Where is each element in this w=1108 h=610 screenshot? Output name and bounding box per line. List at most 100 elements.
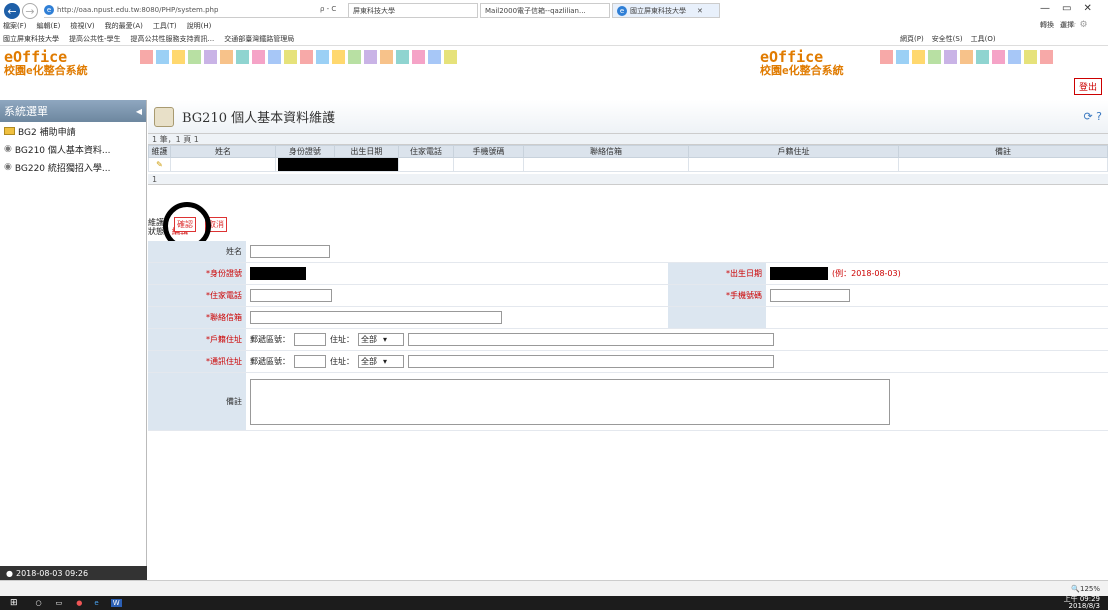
collapse-icon[interactable]: ◀	[136, 107, 142, 116]
pager: 1 筆，1 頁 1	[148, 134, 1108, 145]
id-label: *身份證號	[148, 263, 246, 284]
task-view-icon[interactable]: ▭	[56, 599, 63, 607]
url-text: http://oaa.npust.edu.tw:8080/PHP/system.…	[57, 6, 219, 14]
pager-bottom: 1	[148, 174, 1108, 185]
taskbar: ⊞ ○ ▭ ● e W 上午 09:29 2018/8/3	[0, 596, 1108, 610]
menu-favorites[interactable]: 我的最愛(A)	[105, 21, 143, 31]
note-textarea[interactable]	[250, 378, 890, 425]
zoom-level[interactable]: 125%	[1080, 585, 1100, 593]
system-clock[interactable]: 上午 09:29 2018/8/3	[1064, 596, 1100, 610]
logout-button[interactable]: 登出	[1074, 78, 1103, 95]
mail-postcode-input[interactable]	[294, 355, 326, 368]
strip-block	[992, 50, 1005, 64]
taskbar-date: 2018/8/3	[1068, 602, 1100, 610]
logo-right: eOffice 校園e化整合系統	[760, 48, 844, 77]
logo-en: eOffice	[760, 48, 824, 66]
strip-block	[1040, 50, 1053, 64]
window-controls[interactable]: — ▭ ✕	[1040, 3, 1092, 14]
mobile-input[interactable]	[770, 289, 850, 302]
tab-active[interactable]: e 國立屏東科技大學 ✕	[612, 3, 720, 18]
tab-mail2000[interactable]: Mail2000電子信箱--qazlilian...	[480, 3, 610, 18]
translate-button[interactable]: 轉換	[1040, 20, 1054, 30]
search-icon[interactable]: ○	[36, 599, 42, 607]
fav-item[interactable]: 交通部臺灣鐵路管理局	[224, 34, 294, 44]
tab-npust[interactable]: 屏東科技大學	[348, 3, 478, 18]
name-input[interactable]	[250, 245, 330, 258]
email-input[interactable]	[250, 311, 502, 324]
col-header: 手機號碼	[453, 145, 524, 158]
mail-addr-input[interactable]	[408, 355, 774, 368]
menu-edit[interactable]: 編輯(E)	[37, 21, 61, 31]
pager-text: 1	[152, 174, 158, 184]
windows-start-icon[interactable]: ⊞	[10, 598, 18, 608]
birth-redacted[interactable]	[770, 267, 828, 280]
sidebar-folder[interactable]: BG2 補助申請	[0, 122, 146, 140]
mobile-cell	[766, 285, 850, 306]
color-strip	[880, 50, 1053, 64]
menu-bar: 檔案(F) 編輯(E) 檢視(V) 我的最愛(A) 工具(T) 說明(H)	[0, 20, 1108, 32]
page-header: BG210 個人基本資料維護 ⟳ ?	[148, 100, 1108, 134]
sidebar-item-bg220[interactable]: ◉ BG220 統招獨招入學...	[0, 158, 146, 176]
id-redacted[interactable]	[250, 267, 306, 280]
mail-addr-cell: 郵遞區號： 住址： 全部 ▾	[246, 351, 774, 372]
select-value: 全部	[361, 357, 377, 366]
search-refresh-icons[interactable]: ρ - C	[320, 5, 336, 13]
clock-text: 2018-08-03 09:26	[15, 568, 89, 578]
menu-file[interactable]: 檔案(F)	[3, 21, 27, 31]
maximize-button[interactable]: ▭	[1062, 3, 1071, 14]
data-table: 維護 姓名 身份證號 出生日期 住家電話 手機號碼 聯絡信箱 戶籍住址 備註 ✎	[148, 145, 1108, 172]
col-header: 姓名	[170, 145, 276, 158]
fav-item[interactable]: 提高公共性服務支持資訊...	[131, 34, 215, 44]
strip-block	[332, 50, 345, 64]
addr-label: 住址：	[330, 335, 354, 344]
cell	[523, 157, 689, 172]
tab-label: 屏東科技大學	[353, 6, 395, 15]
tab-label: 國立屏東科技大學	[630, 6, 686, 15]
menu-tools[interactable]: 工具(T)	[153, 21, 177, 31]
translate-tools[interactable]: 轉換 選擇	[1040, 20, 1074, 30]
sidebar-header: 系統選單 ◀	[0, 100, 146, 122]
menu-help[interactable]: 說明(H)	[187, 21, 212, 31]
chrome-icon[interactable]: ●	[76, 599, 82, 607]
sidebar-item-bg210[interactable]: ◉ BG210 個人基本資料...	[0, 140, 146, 158]
birth-label: *出生日期	[668, 263, 766, 284]
strip-block	[268, 50, 281, 64]
word-icon[interactable]: W	[110, 599, 122, 607]
back-button[interactable]: ←	[4, 3, 20, 19]
reg-postcode-input[interactable]	[294, 333, 326, 346]
cell-redacted	[275, 157, 399, 172]
zoom-icon: 🔍	[1071, 584, 1080, 593]
minimize-button[interactable]: —	[1040, 3, 1050, 14]
home-phone-input[interactable]	[250, 289, 332, 302]
edit-icon[interactable]: ✎	[148, 157, 171, 172]
folder-icon	[4, 127, 15, 135]
note-label: 備註	[148, 373, 246, 430]
page-menu[interactable]: 網頁(P)	[900, 34, 924, 44]
cell	[453, 157, 524, 172]
clock-bar: ● 2018-08-03 09:26	[0, 566, 147, 580]
menu-view[interactable]: 檢視(V)	[70, 21, 94, 31]
blank-label	[668, 307, 766, 328]
pager-text: 1 筆，1 頁 1	[152, 134, 199, 144]
select-button[interactable]: 選擇	[1060, 20, 1074, 30]
refresh-help-icons[interactable]: ⟳ ?	[1083, 110, 1102, 123]
close-tab-icon[interactable]: ✕	[697, 7, 703, 15]
doc-icon: ◉	[4, 144, 12, 154]
command-bar: 網頁(P) 安全性(S) 工具(O)	[900, 34, 996, 44]
ie-taskbar-icon[interactable]: e	[94, 599, 98, 607]
table-row[interactable]: ✎	[148, 157, 1108, 172]
reg-addr-input[interactable]	[408, 333, 774, 346]
mail-area-select[interactable]: 全部 ▾	[358, 355, 404, 368]
safety-menu[interactable]: 安全性(S)	[932, 34, 963, 44]
strip-block	[236, 50, 249, 64]
fav-item[interactable]: 提高公共性-學生	[69, 34, 121, 44]
row-mail-addr: *通訊住址 郵遞區號： 住址： 全部 ▾	[148, 351, 1108, 373]
reg-area-select[interactable]: 全部 ▾	[358, 333, 404, 346]
tools-menu[interactable]: 工具(O)	[971, 34, 996, 44]
logo-zh: 校園e化整合系統	[760, 64, 844, 77]
forward-button[interactable]: →	[22, 3, 38, 19]
fav-item[interactable]: 國立屏東科技大學	[3, 34, 59, 44]
close-window-button[interactable]: ✕	[1083, 3, 1091, 14]
strip-block	[348, 50, 361, 64]
strip-block	[300, 50, 313, 64]
